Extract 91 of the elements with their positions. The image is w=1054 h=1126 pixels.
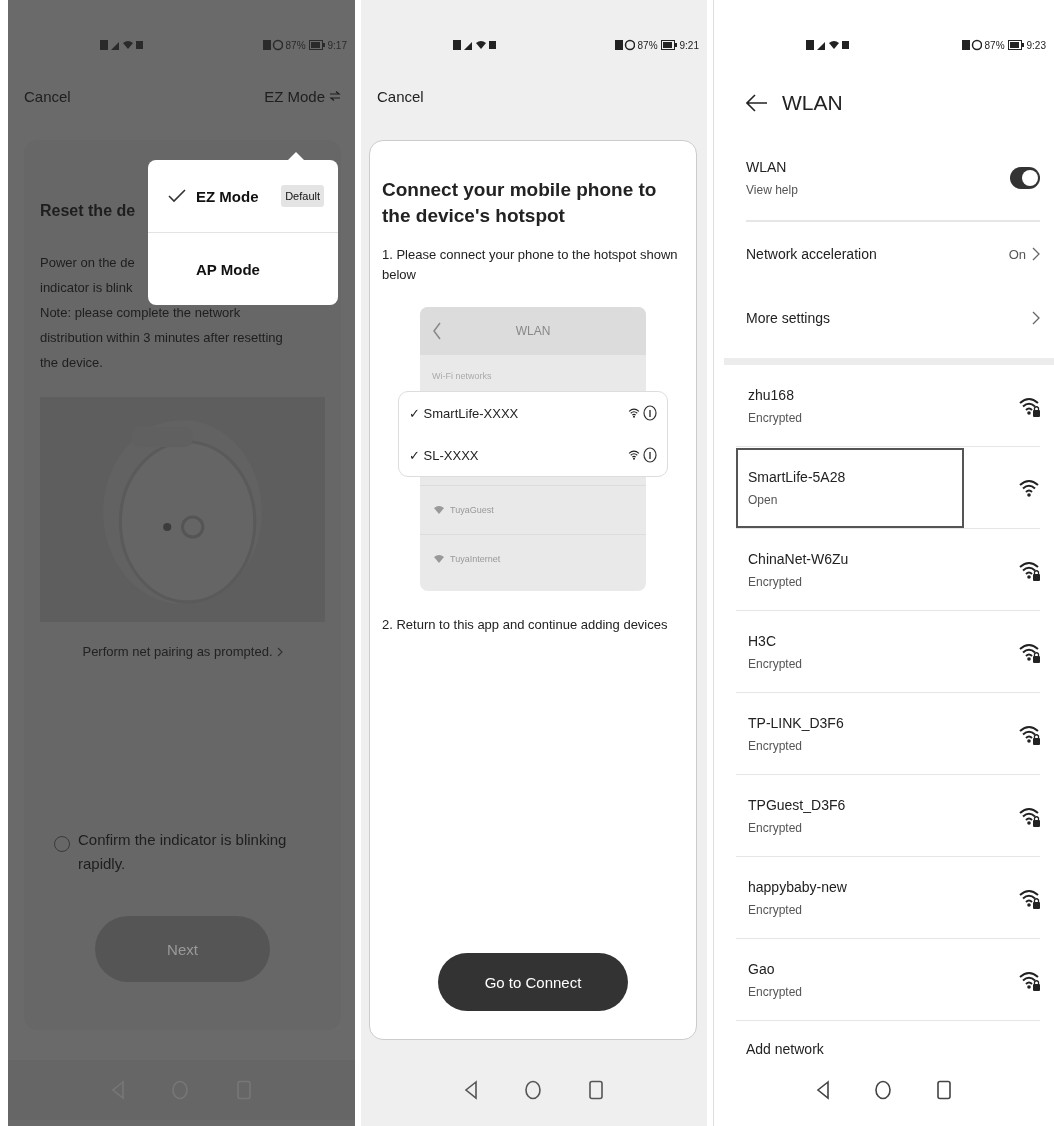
- info-icon: [643, 405, 657, 421]
- wifi-icon: [628, 407, 640, 419]
- cancel-link[interactable]: Cancel: [377, 87, 424, 105]
- network-name: TuyaInternet: [450, 554, 501, 564]
- network-security: Encrypted: [748, 820, 804, 835]
- card-title: Reset the de: [40, 202, 136, 220]
- wifi-icon: [434, 555, 444, 563]
- page-title: WLAN: [782, 91, 843, 115]
- default-badge: Default: [281, 185, 324, 207]
- illustration-title: WLAN: [514, 324, 552, 338]
- back-icon: [432, 321, 442, 341]
- battery-percent: 87%: [984, 39, 1005, 51]
- hotspot-name: ✓ SL-XXXX: [409, 447, 480, 463]
- chevron-icon: [276, 646, 283, 657]
- network-item[interactable]: zhu168 Encrypted: [736, 365, 964, 446]
- network-item[interactable]: H3C Encrypted: [736, 611, 964, 692]
- instruction-text: Power on the de: [40, 254, 135, 272]
- wifi-icon: [434, 506, 444, 514]
- instruction-text: indicator is blink: [40, 279, 133, 297]
- settings-row[interactable]: Network acceleration On: [714, 222, 1054, 286]
- card-title: Connect your mobile phone to the device's hotspot: [382, 178, 658, 228]
- status-icons: [961, 39, 982, 51]
- status-icons: [614, 39, 635, 51]
- setting-value: On: [1008, 246, 1026, 262]
- network-name: H3C: [748, 632, 777, 649]
- mode-option[interactable]: AP Mode: [148, 232, 338, 305]
- network-name: ChinaNet-W6Zu: [748, 550, 850, 567]
- network-name: TuyaGuest: [450, 505, 494, 515]
- status-icons: [262, 39, 283, 51]
- status-time: 9:21: [679, 39, 699, 51]
- network-security: Encrypted: [748, 410, 804, 425]
- battery-percent: 87%: [637, 39, 658, 51]
- network-name: Gao: [748, 960, 776, 977]
- chevron-icon: [1032, 247, 1040, 261]
- instruction-text: distribution within 3 minutes after resetting: [40, 329, 283, 347]
- home-icon[interactable]: [874, 1080, 892, 1100]
- status-icons: [100, 39, 144, 51]
- network-security: Encrypted: [748, 902, 804, 917]
- network-item[interactable]: ChinaNet-W6Zu Encrypted: [736, 529, 964, 610]
- step-text: 1. Please connect your phone to the hotspot shown below: [382, 246, 679, 284]
- network-item[interactable]: TP-LINK_D3F6 Encrypted: [736, 693, 964, 774]
- mode-label: AP Mode: [196, 260, 260, 278]
- chevron-icon: [1032, 311, 1040, 325]
- swap-icon: [329, 91, 341, 101]
- network-name: zhu168: [748, 386, 795, 403]
- back-icon[interactable]: [816, 1080, 830, 1100]
- help-link[interactable]: View help: [746, 183, 798, 197]
- back-arrow-icon[interactable]: [746, 94, 768, 112]
- status-time: 9:17: [327, 39, 347, 51]
- hotspot-name: ✓ SmartLife-XXXX: [409, 405, 520, 421]
- network-name: SmartLife-5A28: [748, 468, 847, 485]
- network-name: happybaby-new: [748, 878, 848, 895]
- recents-icon[interactable]: [936, 1080, 952, 1100]
- wlan-toggle[interactable]: [1010, 167, 1040, 189]
- network-item[interactable]: Gao Encrypted: [736, 939, 964, 1020]
- battery-icon: [1007, 40, 1024, 50]
- network-name: TPGuest_D3F6: [748, 796, 847, 813]
- network-security: Encrypted: [748, 574, 804, 589]
- status-time: 9:23: [1026, 39, 1046, 51]
- network-item[interactable]: happybaby-new Encrypted: [736, 857, 964, 938]
- setting-label: More settings: [746, 310, 831, 326]
- wifi-icon: [628, 449, 640, 461]
- network-item[interactable]: TPGuest_D3F6 Encrypted: [736, 775, 964, 856]
- mode-label: EZ Mode: [196, 187, 259, 205]
- section-label: Wi-Fi networks: [431, 370, 493, 383]
- network-security: Open: [748, 492, 779, 507]
- home-icon[interactable]: [524, 1080, 542, 1100]
- network-security: Encrypted: [748, 984, 804, 999]
- setting-label: WLAN: [746, 159, 788, 175]
- instruction-text: Note: please complete the network: [40, 304, 241, 322]
- info-icon: [643, 447, 657, 463]
- recents-icon[interactable]: [588, 1080, 604, 1100]
- check-icon: [168, 189, 186, 203]
- network-item[interactable]: SmartLife-5A28 Open: [736, 447, 964, 528]
- confirm-label: Confirm the indicator is blinking rapidly.: [78, 830, 288, 874]
- battery-percent: 87%: [285, 39, 306, 51]
- settings-row[interactable]: More settings: [714, 286, 1054, 350]
- network-name: TP-LINK_D3F6: [748, 714, 845, 731]
- battery-icon: [308, 40, 325, 50]
- mode-option[interactable]: EZ Mode Default: [148, 160, 338, 232]
- status-icons: [806, 39, 850, 51]
- back-icon[interactable]: [464, 1080, 478, 1100]
- status-icons: [453, 39, 497, 51]
- step-text: 2. Return to this app and continue adding devices: [382, 616, 669, 634]
- instruction-text: the device.: [40, 354, 103, 372]
- setting-label: Network acceleration: [746, 246, 877, 262]
- network-security: Encrypted: [748, 656, 804, 671]
- add-network-link[interactable]: Add network: [714, 1021, 1054, 1057]
- network-security: Encrypted: [748, 738, 804, 753]
- connect-button[interactable]: Go to Connect: [438, 953, 628, 1011]
- battery-icon: [660, 40, 677, 50]
